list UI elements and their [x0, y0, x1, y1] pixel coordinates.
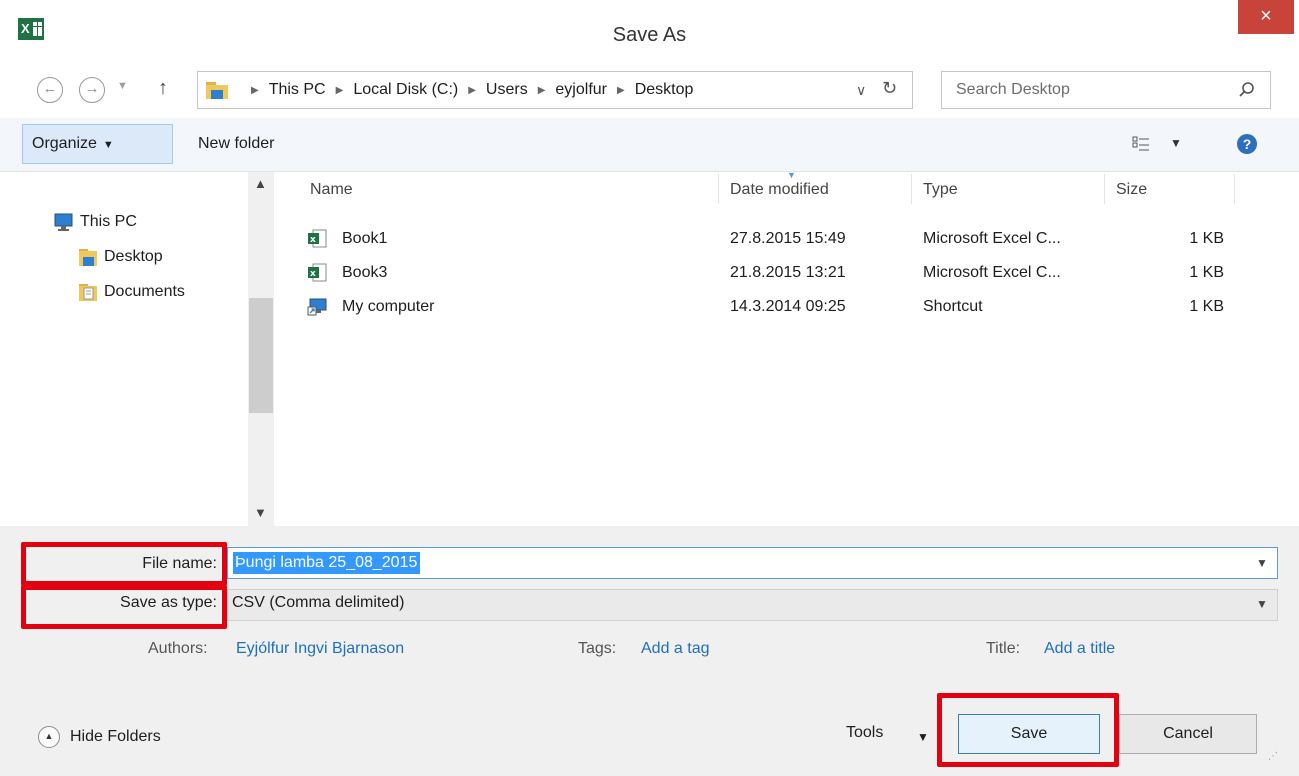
column-divider[interactable]: [1234, 174, 1235, 204]
folder-icon: [206, 82, 228, 99]
search-icon[interactable]: [1237, 80, 1257, 100]
shortcut-icon: [307, 298, 327, 316]
file-name: Book1: [342, 230, 388, 247]
column-header-name[interactable]: Name: [310, 181, 353, 199]
file-name: My computer: [342, 298, 435, 315]
chevron-right-icon: ▶: [468, 84, 476, 96]
file-date: 14.3.2014 09:25: [730, 298, 846, 315]
help-icon[interactable]: ?: [1237, 134, 1257, 154]
column-header-date-modified[interactable]: Date modified: [730, 181, 829, 199]
file-date: 21.8.2015 13:21: [730, 264, 846, 281]
back-button[interactable]: ←: [37, 77, 63, 103]
scroll-down-icon[interactable]: ▼: [254, 505, 267, 520]
cancel-button[interactable]: Cancel: [1119, 714, 1257, 754]
file-date: 27.8.2015 15:49: [730, 230, 846, 247]
tags-input[interactable]: Add a tag: [641, 640, 710, 658]
title-input[interactable]: Add a title: [1044, 640, 1115, 658]
chevron-down-icon[interactable]: ▼: [1256, 556, 1268, 570]
file-type: Microsoft Excel C...: [923, 230, 1061, 247]
breadcrumb: ▶ This PC ▶ Local Disk (C:) ▶ Users ▶ ey…: [241, 80, 693, 100]
file-type: Shortcut: [923, 298, 983, 315]
file-name: Book3: [342, 264, 388, 281]
sidebar-item-label: Documents: [104, 283, 185, 300]
file-row[interactable]: x Book3 21.8.2015 13:21 Microsoft Excel …: [300, 259, 1260, 289]
excel-csv-icon: x: [308, 263, 327, 282]
window-title: Save As: [612, 24, 687, 46]
search-input[interactable]: [956, 80, 1226, 100]
recent-locations-icon[interactable]: ▼: [117, 80, 128, 92]
column-header-size[interactable]: Size: [1116, 181, 1147, 199]
file-size: 1 KB: [1189, 264, 1224, 281]
computer-icon: [54, 213, 73, 231]
sidebar-item-documents[interactable]: Documents: [78, 280, 185, 304]
hide-folders-button[interactable]: ▲ Hide Folders: [38, 725, 161, 749]
file-name-selected-text[interactable]: Þungi lamba 25_08_2015: [233, 552, 421, 574]
collapse-up-icon: ▲: [38, 726, 60, 748]
svg-text:x: x: [310, 235, 316, 245]
breadcrumb-local-disk[interactable]: Local Disk (C:): [353, 81, 458, 99]
column-divider[interactable]: [1104, 174, 1105, 204]
tags-label: Tags:: [578, 640, 617, 657]
authors-value[interactable]: Eyjólfur Ingvi Bjarnason: [236, 640, 404, 658]
refresh-icon[interactable]: ↻: [882, 78, 897, 99]
tools-button[interactable]: Tools: [846, 724, 883, 742]
column-divider[interactable]: [911, 174, 912, 204]
sort-indicator-icon: ▼: [787, 170, 796, 180]
save-as-type-value[interactable]: CSV (Comma delimited): [232, 594, 404, 612]
highlight-box-save-button: [937, 693, 1119, 767]
excel-csv-icon: x: [308, 229, 327, 248]
column-divider[interactable]: [718, 174, 719, 204]
navigation-pane: [0, 172, 276, 526]
chevron-right-icon: ▶: [537, 84, 546, 96]
command-bar: [0, 118, 1299, 172]
file-row[interactable]: x Book1 27.8.2015 15:49 Microsoft Excel …: [300, 225, 1260, 255]
organize-button[interactable]: Organize ▼: [22, 124, 173, 164]
highlight-box-file-name: [21, 542, 227, 586]
resize-grip-icon[interactable]: ⋰: [1268, 751, 1278, 762]
caret-down-icon[interactable]: ▼: [917, 730, 929, 744]
hide-folders-label: Hide Folders: [70, 728, 161, 745]
view-options-icon[interactable]: [1131, 134, 1151, 154]
highlight-box-save-as-type: [21, 585, 227, 629]
sidebar-item-label: This PC: [80, 213, 137, 230]
scrollbar-thumb[interactable]: [249, 298, 273, 413]
caret-down-icon: ▼: [102, 139, 114, 151]
file-size: 1 KB: [1189, 230, 1224, 247]
breadcrumb-this-pc[interactable]: This PC: [269, 81, 326, 99]
file-size: 1 KB: [1189, 298, 1224, 315]
sidebar-item-label: Desktop: [104, 248, 163, 265]
up-arrow-icon[interactable]: ↑: [158, 77, 168, 100]
file-type: Microsoft Excel C...: [923, 264, 1061, 281]
title-label: Title:: [986, 640, 1021, 657]
chevron-down-icon[interactable]: ▼: [1256, 597, 1268, 611]
breadcrumb-users[interactable]: Users: [486, 81, 528, 99]
close-button[interactable]: ×: [1238, 0, 1294, 34]
breadcrumb-user[interactable]: eyjolfur: [555, 81, 607, 99]
file-row[interactable]: My computer 14.3.2014 09:25 Shortcut 1 K…: [300, 293, 1260, 323]
chevron-right-icon: ▶: [251, 84, 259, 96]
chevron-right-icon: ▶: [616, 84, 625, 96]
new-folder-button[interactable]: New folder: [198, 124, 274, 164]
desktop-folder-icon: [79, 249, 97, 266]
sidebar-item-desktop[interactable]: Desktop: [78, 245, 163, 269]
view-dropdown-icon[interactable]: ▼: [1170, 136, 1182, 150]
authors-label: Authors:: [148, 640, 208, 657]
svg-text:x: x: [310, 269, 316, 279]
breadcrumb-desktop[interactable]: Desktop: [635, 81, 694, 99]
sidebar-item-this-pc[interactable]: This PC: [52, 210, 137, 234]
column-header-type[interactable]: Type: [923, 181, 958, 199]
documents-folder-icon: [79, 284, 97, 301]
forward-button[interactable]: →: [79, 77, 105, 103]
organize-label: Organize: [32, 135, 97, 152]
scroll-up-icon[interactable]: ▲: [254, 176, 267, 191]
address-dropdown-icon[interactable]: ∨: [856, 82, 866, 99]
chevron-right-icon: ▶: [335, 84, 344, 96]
